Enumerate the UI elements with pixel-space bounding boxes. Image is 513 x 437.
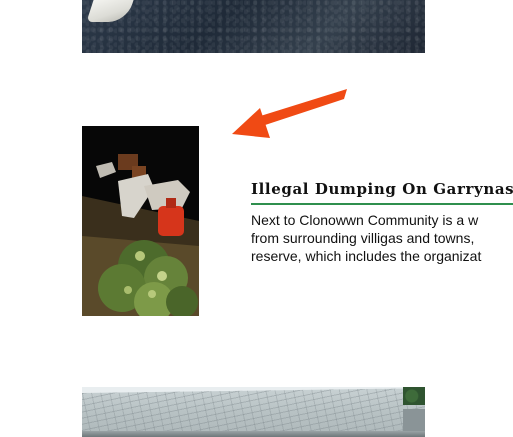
- article: Illegal Dumping On Garrynashee Next to C…: [251, 179, 513, 265]
- dumping-photo: [82, 126, 199, 316]
- paragraph-line: Next to Clonowwn Community is a w: [251, 212, 479, 228]
- white-debris: [86, 0, 134, 22]
- roof-fascia: [82, 431, 425, 437]
- roof-sky: [82, 387, 425, 393]
- roof-photo: [82, 387, 425, 437]
- dumping-scene: [82, 126, 199, 316]
- roof-trees: [403, 387, 425, 405]
- article-paragraph: Next to Clonowwn Community is a w from s…: [251, 211, 513, 265]
- arrow-icon: [232, 89, 347, 138]
- article-headline: Illegal Dumping On Garrynashee: [251, 180, 513, 198]
- paragraph-line: from surrounding villigas and towns,: [251, 230, 475, 246]
- asphalt-debris-photo: [82, 0, 425, 53]
- headline-underline: [251, 203, 513, 205]
- page: Illegal Dumping On Garrynashee Next to C…: [0, 0, 513, 437]
- paragraph-line: reserve, which includes the organizat: [251, 248, 482, 264]
